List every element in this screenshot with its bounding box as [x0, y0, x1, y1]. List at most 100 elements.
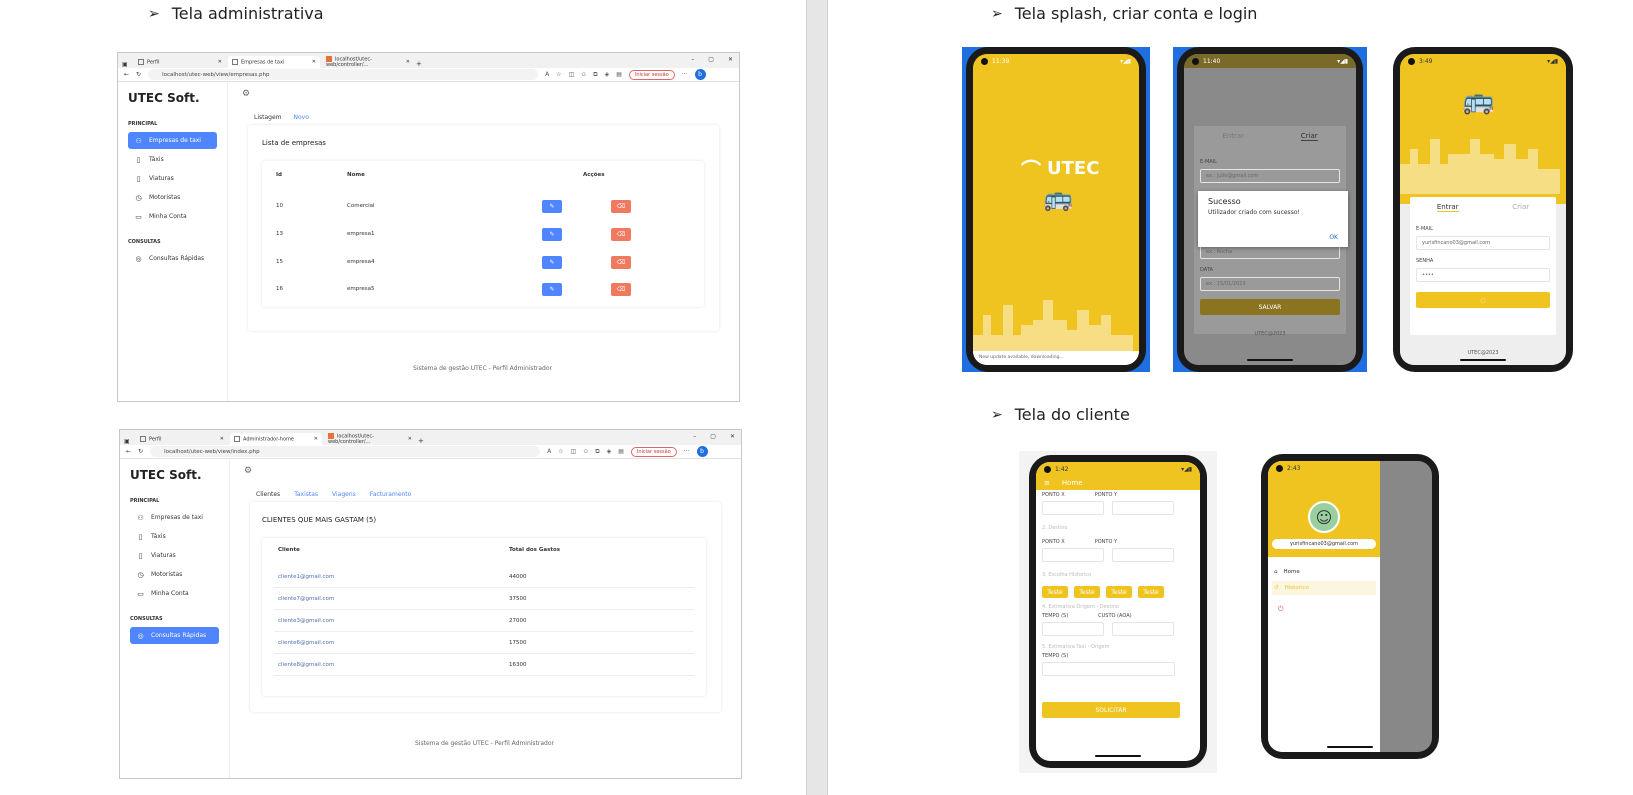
collections-icon[interactable]: ⧉: [593, 71, 597, 79]
name-input[interactable]: ex.: Rocha: [1200, 245, 1340, 259]
url-field[interactable]: localhost/utec-web/view/empresas.php: [148, 69, 539, 80]
edit-button[interactable]: ✎: [542, 199, 562, 213]
close-icon[interactable]: ✕: [312, 59, 316, 65]
browser-tab-active[interactable]: Empresas de taxi ✕: [228, 56, 320, 68]
history-chip[interactable]: Teste: [1074, 586, 1100, 598]
password-input[interactable]: ••••: [1416, 268, 1550, 282]
date-input[interactable]: ex.: 15/01/2023: [1200, 277, 1340, 291]
gear-icon[interactable]: ⚙: [244, 466, 252, 476]
bing-icon[interactable]: b: [694, 69, 706, 80]
edit-button[interactable]: ✎: [542, 255, 562, 269]
sidebar-item-consultas[interactable]: ◎ Consultas Rápidas: [130, 627, 219, 644]
sidebar-item-consultas[interactable]: ◎ Consultas Rápidas: [128, 250, 217, 267]
minimize-icon[interactable]: –: [691, 56, 694, 63]
favorites-icon[interactable]: ✩: [583, 448, 588, 455]
minimize-icon[interactable]: –: [693, 433, 696, 440]
history-chip[interactable]: Teste: [1106, 586, 1132, 598]
url-field[interactable]: localhost/utec-web/view/index.php: [150, 446, 541, 457]
sidebar-item-taxis[interactable]: ▯ Táxis: [130, 528, 219, 545]
close-icon[interactable]: ✕: [408, 436, 412, 442]
ponto-y-input[interactable]: [1112, 501, 1174, 515]
extension-icon[interactable]: ◈: [607, 448, 612, 455]
tab-criar[interactable]: Criar: [1300, 132, 1318, 141]
email-input[interactable]: ex.: julio@gmail.com: [1200, 169, 1340, 183]
read-aloud-icon[interactable]: A: [547, 448, 551, 455]
new-tab-icon[interactable]: +: [416, 60, 426, 68]
gear-icon[interactable]: ⚙: [242, 89, 250, 99]
sidebar-item-motoristas[interactable]: ◷ Motoristas: [128, 189, 217, 206]
favorites-icon[interactable]: ✩: [581, 71, 586, 78]
favorite-icon[interactable]: ☆: [556, 71, 561, 78]
more-icon[interactable]: ···: [682, 71, 688, 78]
browser-tab-active[interactable]: Administrador-home ✕: [230, 433, 322, 445]
window-icon[interactable]: ▣: [122, 61, 132, 68]
wallet-icon[interactable]: ▤: [616, 71, 622, 78]
bing-icon[interactable]: b: [696, 446, 708, 457]
read-aloud-icon[interactable]: A: [545, 71, 549, 78]
signin-button[interactable]: Iniciar sessão: [630, 446, 677, 457]
tab-viagens[interactable]: Viagens: [332, 491, 356, 498]
menu-icon[interactable]: ≡: [1044, 479, 1050, 487]
collections-icon[interactable]: ⧉: [595, 448, 599, 456]
close-window-icon[interactable]: ✕: [730, 433, 735, 440]
delete-button[interactable]: ⌫: [611, 227, 631, 241]
tempo-input[interactable]: [1042, 622, 1104, 636]
close-icon[interactable]: ✕: [314, 436, 318, 442]
split-icon[interactable]: ◫: [571, 448, 577, 455]
sidebar-item-viaturas[interactable]: ▯ Viaturas: [130, 547, 219, 564]
ponto-x-input[interactable]: [1042, 501, 1104, 515]
back-icon[interactable]: ←: [124, 71, 129, 78]
tempo-taxi-input[interactable]: [1042, 662, 1175, 676]
extension-icon[interactable]: ◈: [605, 71, 610, 78]
edit-button[interactable]: ✎: [542, 282, 562, 296]
browser-tab[interactable]: Perfil ✕: [136, 433, 228, 445]
signin-button[interactable]: Iniciar sessão: [628, 69, 675, 80]
close-window-icon[interactable]: ✕: [728, 56, 733, 63]
email-input[interactable]: yurisfincano03@gmail.com: [1416, 236, 1550, 250]
reload-icon[interactable]: ↻: [138, 448, 143, 455]
favorite-icon[interactable]: ☆: [558, 448, 563, 455]
sidebar-item-taxis[interactable]: ▯ Táxis: [128, 151, 217, 168]
tab-facturamento[interactable]: Facturamento: [370, 491, 412, 498]
custo-input[interactable]: [1112, 622, 1174, 636]
delete-button[interactable]: ⌫: [611, 255, 631, 269]
login-button[interactable]: ◌: [1416, 292, 1550, 308]
wallet-icon[interactable]: ▤: [618, 448, 624, 455]
browser-tab[interactable]: localhost/utec-web/controller/... ✕: [322, 55, 414, 68]
close-icon[interactable]: ✕: [218, 59, 222, 65]
drawer-item-home[interactable]: ⌂ Home: [1268, 557, 1380, 575]
ponto-x-input[interactable]: [1042, 548, 1104, 562]
drawer-item-historico[interactable]: ↺ Historico: [1272, 581, 1376, 595]
tab-entrar[interactable]: Entrar: [1436, 203, 1459, 212]
request-button[interactable]: SOLICITAR: [1042, 702, 1180, 718]
sidebar-item-conta[interactable]: ▭ Minha Conta: [128, 208, 217, 225]
delete-button[interactable]: ⌫: [611, 199, 631, 213]
ok-button[interactable]: OK: [1329, 234, 1338, 241]
history-chip[interactable]: Teste: [1042, 586, 1068, 598]
tab-novo[interactable]: Novo: [294, 114, 309, 121]
history-chip[interactable]: Teste: [1138, 586, 1164, 598]
sidebar-item-motoristas[interactable]: ◷ Motoristas: [130, 566, 219, 583]
logout-icon[interactable]: ⏻: [1268, 595, 1380, 624]
sidebar-item-conta[interactable]: ▭ Minha Conta: [130, 585, 219, 602]
tab-entrar[interactable]: Entrar: [1222, 132, 1244, 141]
browser-tab[interactable]: localhost/utec-web/controller/... ✕: [324, 432, 416, 445]
save-button[interactable]: SALVAR: [1200, 299, 1340, 315]
more-icon[interactable]: ···: [684, 448, 690, 455]
sidebar-item-empresas[interactable]: ⚇ Empresas de taxi: [130, 509, 219, 526]
close-icon[interactable]: ✕: [220, 436, 224, 442]
tab-taxistas[interactable]: Taxistas: [294, 491, 318, 498]
browser-tab[interactable]: Perfil ✕: [134, 56, 226, 68]
maximize-icon[interactable]: ▢: [708, 56, 714, 63]
edit-button[interactable]: ✎: [542, 227, 562, 241]
ponto-y-input[interactable]: [1112, 548, 1174, 562]
new-tab-icon[interactable]: +: [418, 437, 428, 445]
tab-clientes[interactable]: Clientes: [256, 491, 280, 498]
back-icon[interactable]: ←: [126, 448, 131, 455]
tab-listagem[interactable]: Listagem: [254, 114, 282, 121]
window-icon[interactable]: ▣: [124, 438, 134, 445]
tab-criar[interactable]: Criar: [1512, 203, 1529, 212]
reload-icon[interactable]: ↻: [136, 71, 141, 78]
split-icon[interactable]: ◫: [569, 71, 575, 78]
delete-button[interactable]: ⌫: [611, 282, 631, 296]
